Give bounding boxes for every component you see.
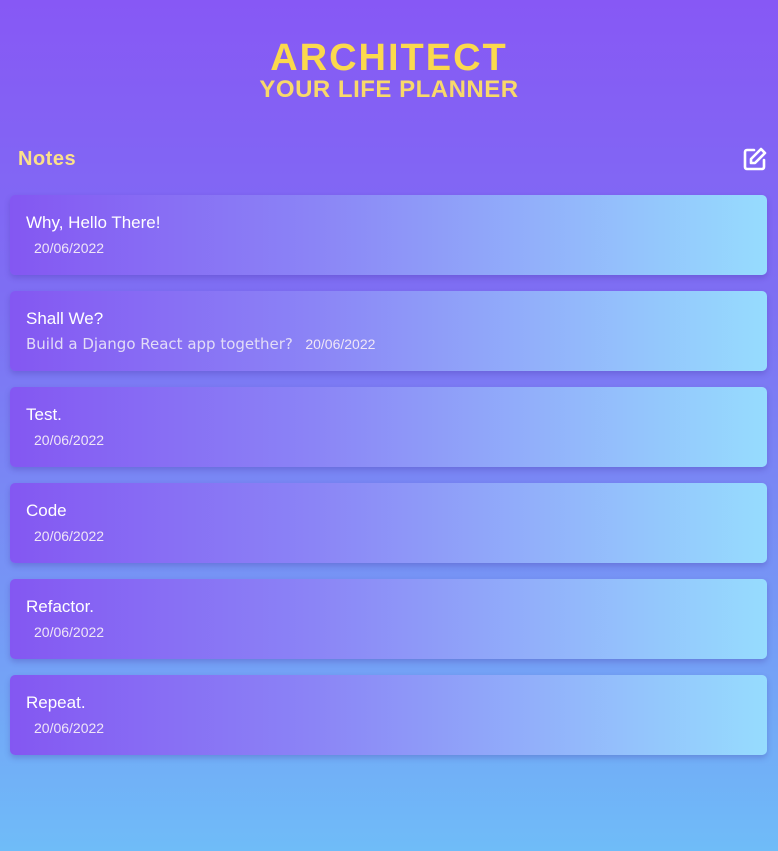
note-date: 20/06/2022 xyxy=(34,528,105,544)
note-date: 20/06/2022 xyxy=(34,432,105,448)
note-card[interactable]: Test. 20/06/2022 xyxy=(10,387,767,467)
note-title: Repeat. xyxy=(26,693,86,712)
note-title: Refactor. xyxy=(26,597,95,616)
note-date: 20/06/2022 xyxy=(34,240,105,256)
note-card[interactable]: Code 20/06/2022 xyxy=(10,483,767,563)
note-meta: 20/06/2022 xyxy=(26,719,104,738)
note-title: Code xyxy=(26,501,67,520)
app-header: ARCHITECT YOUR LIFE PLANNER xyxy=(0,36,778,104)
note-title: Test. xyxy=(26,405,62,424)
note-date: 20/06/2022 xyxy=(34,624,105,640)
note-card[interactable]: Refactor. 20/06/2022 xyxy=(10,579,767,659)
note-preview: Build a Django React app together? xyxy=(26,335,293,353)
new-note-button[interactable] xyxy=(742,146,768,172)
note-meta: 20/06/2022 xyxy=(26,239,104,258)
note-card[interactable]: Repeat. 20/06/2022 xyxy=(10,675,767,755)
note-meta: 20/06/2022 xyxy=(26,431,104,450)
note-meta: Build a Django React app together? 20/06… xyxy=(26,335,375,354)
note-meta: 20/06/2022 xyxy=(26,527,104,546)
note-list: Why, Hello There! 20/06/2022 Shall We? B… xyxy=(10,195,767,771)
app-subtitle: YOUR LIFE PLANNER xyxy=(259,76,519,103)
note-title: Why, Hello There! xyxy=(26,213,161,232)
app-title: ARCHITECT xyxy=(270,37,508,79)
note-meta: 20/06/2022 xyxy=(26,623,104,642)
edit-icon xyxy=(743,147,767,171)
note-title: Shall We? xyxy=(26,309,104,328)
notes-heading: Notes xyxy=(18,148,77,170)
notes-header: Notes xyxy=(18,146,768,176)
note-date: 20/06/2022 xyxy=(34,720,105,736)
note-card[interactable]: Shall We? Build a Django React app toget… xyxy=(10,291,767,371)
note-date: 20/06/2022 xyxy=(305,336,376,352)
note-card[interactable]: Why, Hello There! 20/06/2022 xyxy=(10,195,767,275)
